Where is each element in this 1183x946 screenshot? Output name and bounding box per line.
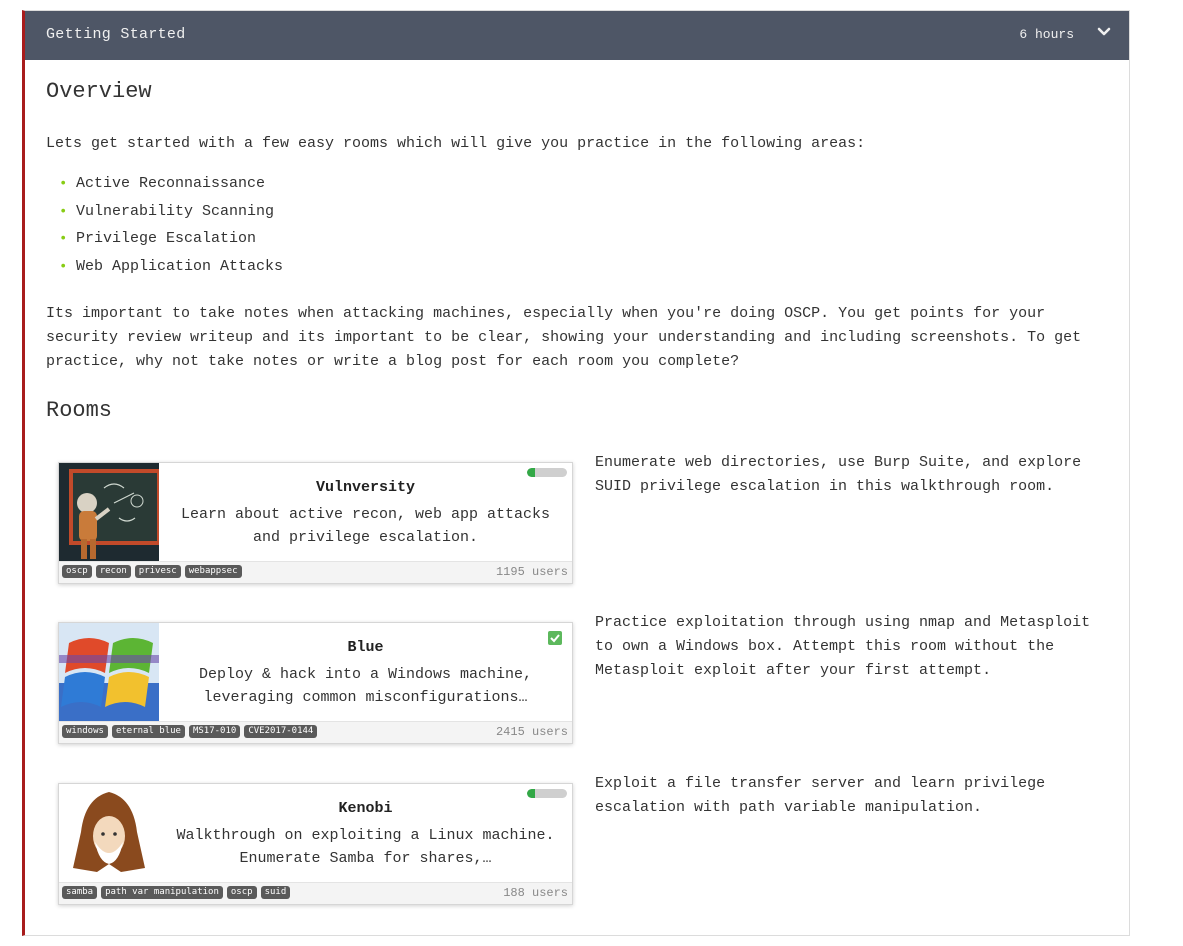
chevron-down-icon[interactable] bbox=[1097, 25, 1111, 39]
tag[interactable]: privesc bbox=[134, 565, 181, 578]
overview-heading: Overview bbox=[46, 79, 152, 104]
room-tags: samba path var manipulation oscp suid bbox=[62, 886, 291, 899]
tag[interactable]: MS17-010 bbox=[188, 725, 241, 738]
bullet-icon: • bbox=[59, 231, 68, 247]
room-footer: oscp recon privesc webappsec 1195 users bbox=[59, 561, 572, 583]
practice-areas-list: • Active Reconnaissance • Vulnerability Sc… bbox=[59, 173, 283, 284]
room-user-count: 2415 users bbox=[495, 725, 568, 739]
room-user-count: 1195 users bbox=[495, 565, 568, 579]
module-panel: Getting Started 6 hours Overview Lets ge… bbox=[22, 10, 1130, 936]
list-item: • Active Reconnaissance bbox=[59, 173, 283, 201]
tag[interactable]: windows bbox=[62, 725, 108, 738]
list-item: • Web Application Attacks bbox=[59, 256, 283, 284]
room-blurb-blue: Practice exploitation through using nmap… bbox=[595, 614, 1091, 679]
tag[interactable]: path var manipulation bbox=[101, 886, 223, 899]
room-description: Deploy & hack into a Windows machine, le… bbox=[198, 666, 533, 706]
tag[interactable]: webappsec bbox=[184, 565, 242, 578]
module-duration: 6 hours bbox=[1019, 27, 1074, 42]
room-description: Walkthrough on exploiting a Linux machin… bbox=[176, 827, 555, 867]
room-progress-bar bbox=[527, 468, 567, 477]
room-description: Learn about active recon, web app attack… bbox=[180, 506, 551, 546]
tag[interactable]: samba bbox=[62, 886, 98, 899]
windows-logo-icon bbox=[59, 623, 159, 723]
tag[interactable]: recon bbox=[95, 565, 131, 578]
tag[interactable]: oscp bbox=[226, 886, 257, 899]
room-card-kenobi[interactable]: Kenobi Walkthrough on exploiting a Linux… bbox=[58, 783, 573, 905]
room-user-count: 188 users bbox=[503, 886, 568, 900]
list-item: • Privilege Escalation bbox=[59, 228, 283, 256]
tag[interactable]: suid bbox=[260, 886, 291, 899]
astronaut-chalkboard-icon bbox=[59, 463, 159, 563]
room-tags: windows eternal blue MS17-010 CVE2017-01… bbox=[62, 725, 318, 738]
list-item: • Vulnerability Scanning bbox=[59, 201, 283, 229]
tag[interactable]: eternal blue bbox=[111, 725, 185, 738]
module-header[interactable]: Getting Started 6 hours bbox=[25, 11, 1129, 60]
tag[interactable]: CVE2017-0144 bbox=[244, 725, 318, 738]
bullet-icon: • bbox=[59, 176, 68, 192]
room-footer: samba path var manipulation oscp suid 18… bbox=[59, 882, 572, 904]
overview-notes: Its important to take notes when attacki… bbox=[46, 305, 1082, 370]
bullet-icon: • bbox=[59, 203, 68, 220]
bullet-icon: • bbox=[59, 258, 68, 275]
room-card-vulnversity[interactable]: Vulnversity Learn about active recon, we… bbox=[58, 462, 573, 584]
rooms-heading: Rooms bbox=[46, 398, 113, 423]
room-progress-bar bbox=[527, 789, 567, 798]
room-title: Vulnversity bbox=[315, 479, 416, 496]
module-title: Getting Started bbox=[46, 26, 186, 43]
room-card-blue[interactable]: Blue Deploy & hack into a Windows machin… bbox=[58, 622, 573, 744]
room-footer: windows eternal blue MS17-010 CVE2017-01… bbox=[59, 721, 572, 743]
room-blurb-kenobi: Exploit a file transfer server and learn… bbox=[595, 775, 1046, 816]
room-title: Blue bbox=[347, 639, 384, 656]
hooded-jedi-icon bbox=[59, 784, 159, 884]
room-title: Kenobi bbox=[338, 800, 393, 817]
room-blurb-vulnversity: Enumerate web directories, use Burp Suit… bbox=[595, 454, 1082, 495]
overview-intro: Lets get started with a few easy rooms w… bbox=[46, 135, 866, 152]
room-tags: oscp recon privesc webappsec bbox=[62, 565, 242, 578]
tag[interactable]: oscp bbox=[62, 565, 92, 578]
